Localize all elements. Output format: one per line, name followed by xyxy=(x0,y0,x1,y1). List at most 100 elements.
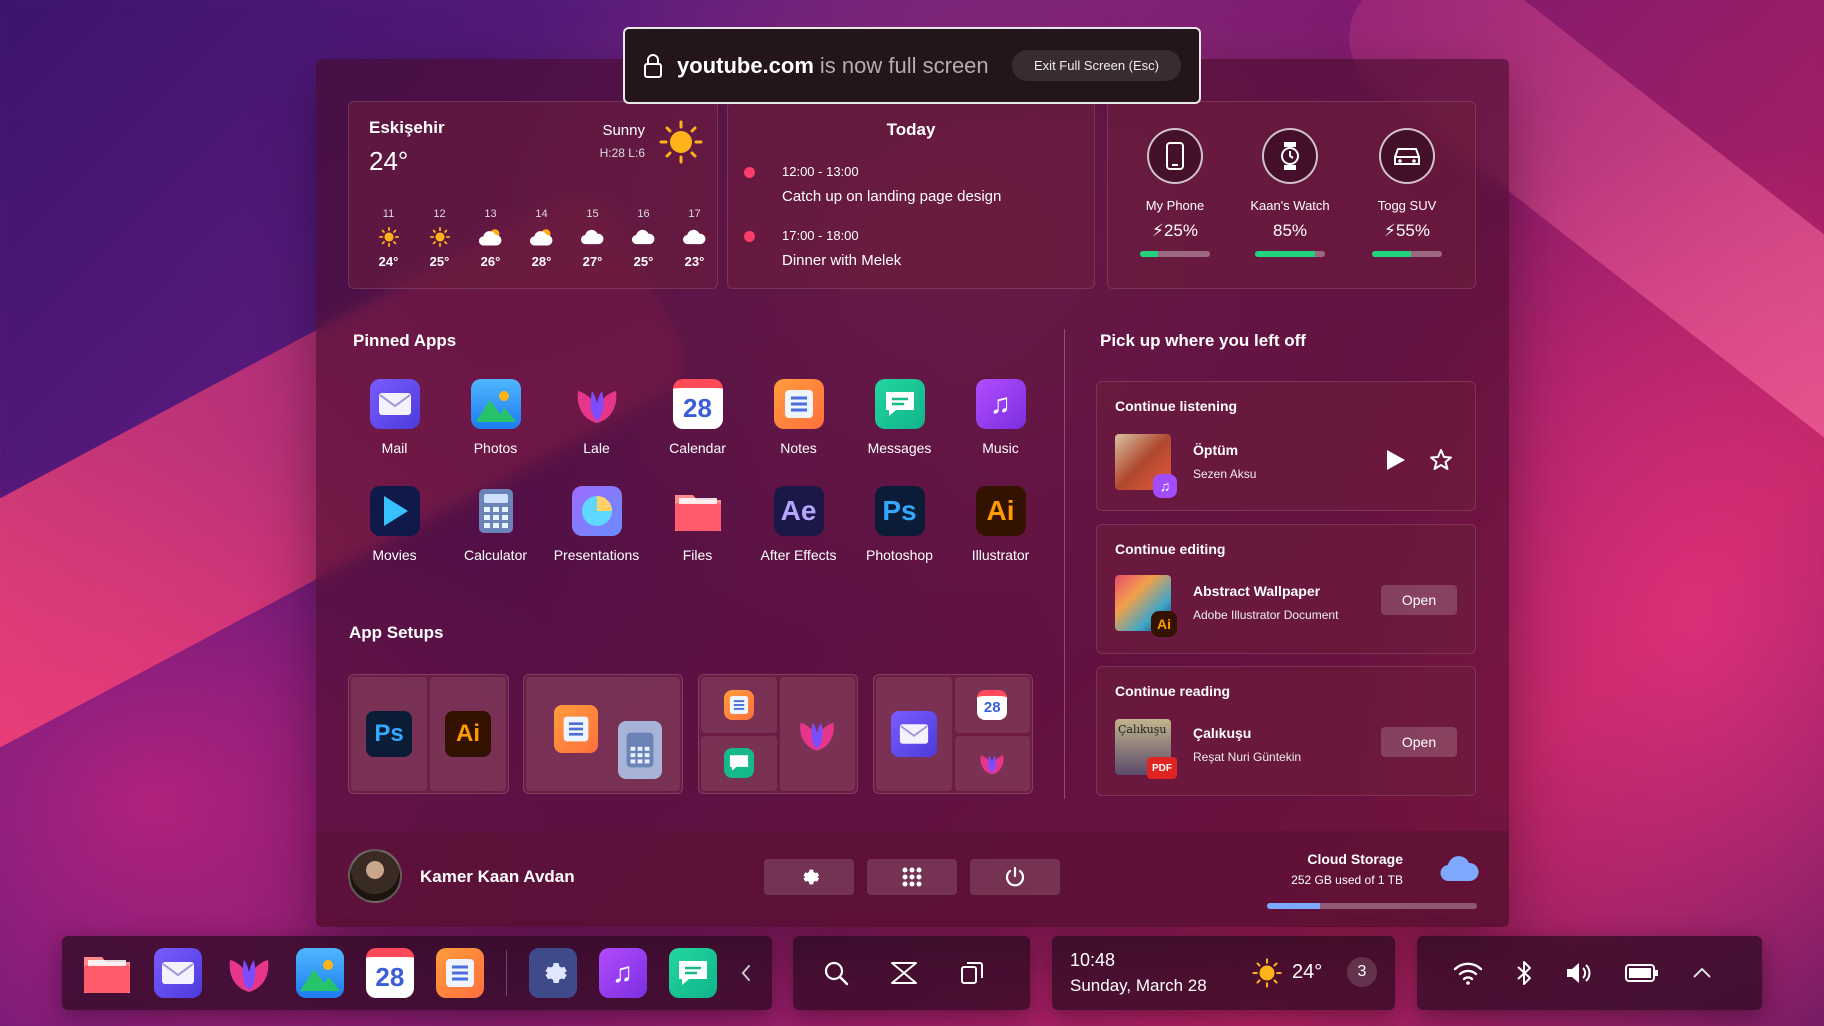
taskbar-clock[interactable]: 10:48 Sunday, March 28 24° 3 xyxy=(1052,936,1395,1010)
app-calculator[interactable]: Calculator xyxy=(445,486,546,563)
event-time: 12:00 - 13:00 xyxy=(782,164,859,179)
notes-icon[interactable] xyxy=(435,948,484,998)
forecast-row: 11 24° 12 25° 13 26° 14 28° 15 27° 16 25° 17 23… xyxy=(363,208,720,269)
calculator-icon xyxy=(471,486,521,536)
weather-city: Eskişehir xyxy=(369,118,445,137)
forecast-date: 15 xyxy=(586,208,599,220)
star-icon[interactable] xyxy=(1429,448,1453,472)
photos-icon[interactable] xyxy=(295,948,344,998)
section-divider xyxy=(1064,329,1065,799)
weather-temp: 24° xyxy=(369,146,409,176)
resume-title: Pick up where you left off xyxy=(1100,331,1306,350)
app-setup-communication[interactable]: 28 xyxy=(873,674,1033,794)
forecast-temp: 26° xyxy=(480,254,501,269)
app-setup-notes-calc[interactable] xyxy=(523,674,683,794)
messages-icon xyxy=(723,748,754,779)
presentations-icon xyxy=(571,486,622,536)
continue-listening-card[interactable]: Continue listening ♫ Öptüm Sezen Aksu xyxy=(1096,381,1476,511)
chevron-left-icon[interactable] xyxy=(739,962,752,984)
files-icon[interactable] xyxy=(82,948,132,998)
play-icon[interactable] xyxy=(1385,448,1407,472)
pinned-apps-title: Pinned Apps xyxy=(353,331,457,350)
gear-icon xyxy=(803,869,820,885)
weather-widget[interactable]: Eskişehir 24° Sunny H:28 L:6 11 24° 12 25°… xyxy=(348,101,718,289)
app-setups-title: App Setups xyxy=(349,623,444,642)
battery-value: 25% xyxy=(1163,221,1198,240)
app-photoshop[interactable]: Ps Photoshop xyxy=(849,486,950,563)
app-calendar[interactable]: 28 Calendar xyxy=(647,379,748,456)
calendar-icon: 28 xyxy=(672,379,723,429)
calculator-icon xyxy=(618,721,662,779)
card-header: Continue editing xyxy=(1115,541,1226,557)
taskbar-apps: 28 ♫ xyxy=(62,936,772,1010)
sun-icon xyxy=(414,226,465,248)
mail-icon[interactable] xyxy=(154,948,202,998)
multitask-icon[interactable] xyxy=(959,960,985,986)
open-button[interactable]: Open xyxy=(1381,585,1457,615)
device-phone[interactable]: My Phone ⚡25% xyxy=(1130,128,1220,257)
notification-badge[interactable]: 3 xyxy=(1347,957,1377,987)
app-lale[interactable]: Lale xyxy=(546,379,647,456)
forecast-day: 15 27° xyxy=(567,208,618,269)
lale-icon[interactable] xyxy=(224,948,274,998)
messages-icon xyxy=(874,379,925,429)
device-watch[interactable]: Kaan's Watch 85% xyxy=(1245,128,1335,257)
continue-reading-card[interactable]: Continue reading Çalıkuşu PDF Çalıkuşu R… xyxy=(1096,666,1476,796)
calendar-widget[interactable]: Today 12:00 - 13:00 Catch up on landing … xyxy=(727,101,1095,289)
wifi-icon[interactable] xyxy=(1453,961,1483,985)
forecast-temp: 28° xyxy=(531,254,552,269)
app-photos[interactable]: Photos xyxy=(445,379,546,456)
power-button[interactable] xyxy=(970,859,1060,895)
taskbar-temp: 24° xyxy=(1292,961,1323,983)
app-presentations[interactable]: Presentations xyxy=(546,486,647,563)
settings-icon[interactable] xyxy=(528,948,577,998)
app-setup-design[interactable]: Ps Ai xyxy=(348,674,509,794)
event-name: Dinner with Melek xyxy=(782,252,902,269)
battery-bar xyxy=(1372,251,1442,257)
device-battery: ⚡55% xyxy=(1362,221,1452,241)
calendar-icon[interactable]: 28 xyxy=(365,948,414,998)
chevron-up-icon[interactable] xyxy=(1691,966,1713,980)
exit-fullscreen-button[interactable]: Exit Full Screen (Esc) xyxy=(1012,50,1181,81)
user-name[interactable]: Kamer Kaan Avdan xyxy=(420,867,575,887)
messages-icon[interactable] xyxy=(668,948,717,998)
battery-fill xyxy=(1255,251,1315,257)
app-files[interactable]: Files xyxy=(647,486,748,563)
app-movies[interactable]: Movies xyxy=(344,486,445,563)
settings-button[interactable] xyxy=(764,859,854,895)
after-effects-icon: Ae xyxy=(773,486,824,536)
app-setup-productivity[interactable] xyxy=(698,674,858,794)
notes-icon xyxy=(723,689,754,720)
sun-icon xyxy=(363,226,414,248)
book-author: Reşat Nuri Güntekin xyxy=(1193,750,1302,764)
pinned-apps-grid: Mail Photos Lale 28 Calendar Notes Messag… xyxy=(344,379,1029,563)
app-illustrator[interactable]: Ai Illustrator xyxy=(950,486,1051,563)
app-after-effects[interactable]: Ae After Effects xyxy=(748,486,849,563)
volume-icon[interactable] xyxy=(1565,961,1593,985)
book-title: Çalıkuşu xyxy=(1193,725,1252,741)
app-mail[interactable]: Mail xyxy=(344,379,445,456)
continue-editing-card[interactable]: Continue editing Ai Abstract Wallpaper A… xyxy=(1096,524,1476,654)
avatar[interactable] xyxy=(348,849,402,903)
app-notes[interactable]: Notes xyxy=(748,379,849,456)
widgets-icon[interactable] xyxy=(889,960,919,986)
movies-icon xyxy=(369,486,420,536)
app-label: Music xyxy=(982,440,1019,456)
photos-icon xyxy=(470,379,521,429)
music-icon[interactable]: ♫ xyxy=(598,948,647,998)
app-label: Notes xyxy=(780,440,817,456)
setup-cell xyxy=(701,735,777,791)
all-apps-button[interactable] xyxy=(867,859,957,895)
device-car[interactable]: Togg SUV ⚡55% xyxy=(1362,128,1452,257)
open-button[interactable]: Open xyxy=(1381,727,1457,757)
cloud-icon xyxy=(618,226,669,248)
mail-icon xyxy=(890,711,937,757)
devices-widget[interactable]: My Phone ⚡25% Kaan's Watch 85% Togg SUV … xyxy=(1107,101,1476,289)
card-header: Continue reading xyxy=(1115,683,1231,699)
bluetooth-icon[interactable] xyxy=(1515,960,1533,986)
lale-icon xyxy=(572,379,622,429)
app-music[interactable]: ♫ Music xyxy=(950,379,1051,456)
app-messages[interactable]: Messages xyxy=(849,379,950,456)
battery-icon[interactable] xyxy=(1625,964,1659,982)
search-icon[interactable] xyxy=(823,960,849,986)
